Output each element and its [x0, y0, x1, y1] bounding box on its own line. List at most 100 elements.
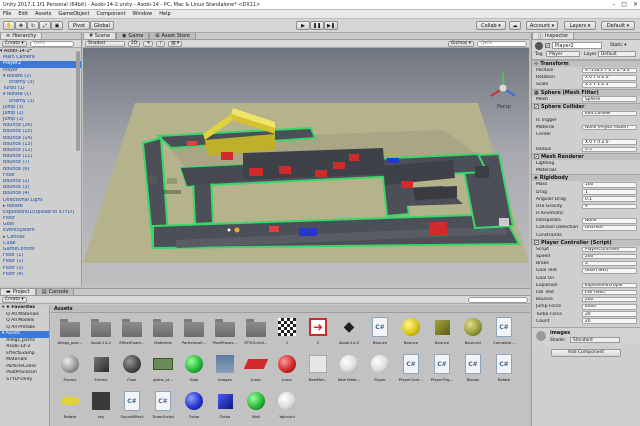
minimize-button[interactable]: –: [612, 1, 615, 8]
active-checkbox[interactable]: ✔: [545, 43, 550, 48]
collider-checkbox[interactable]: ✔: [534, 104, 539, 110]
project-tree-item[interactable]: STYLY-Unity: [0, 377, 49, 384]
asset-item[interactable]: C# Bounce: [367, 316, 393, 350]
asset-item[interactable]: Enemy: [88, 353, 114, 387]
rigidbody-field[interactable]: Discrete: [582, 225, 637, 231]
controller-field[interactable]: PlayerController: [582, 246, 637, 253]
asset-item[interactable]: images: [212, 353, 238, 387]
asset-item[interactable]: game_st...: [150, 353, 176, 387]
asset-item[interactable]: Rotate: [57, 390, 83, 424]
effects-toggle[interactable]: ▨ ▾: [168, 40, 183, 47]
tab-inspector[interactable]: ⓘ Inspector: [532, 33, 575, 40]
layers-dropdown[interactable]: Layers ▾: [564, 21, 596, 30]
menu-component[interactable]: Component: [97, 11, 126, 17]
controller-field[interactable]: 200: [582, 253, 637, 260]
close-button[interactable]: ✕: [633, 1, 638, 8]
scale-tool-button[interactable]: ⤢: [39, 21, 51, 30]
asset-item[interactable]: Particlecoll...: [181, 316, 207, 350]
asset-item[interactable]: NewMat...: [305, 353, 331, 387]
asset-item[interactable]: C# Replay: [460, 353, 486, 387]
layer-dropdown[interactable]: Default: [598, 51, 636, 57]
asset-item[interactable]: Turbo: [181, 390, 207, 424]
asset-item[interactable]: ➜ 2: [305, 316, 331, 350]
controller-field[interactable]: 5: [582, 260, 637, 267]
scene-viewport[interactable]: Persp: [83, 48, 529, 286]
rigidbody-section-header[interactable]: ◈ Rigidbody: [532, 174, 640, 182]
gizmos-dropdown[interactable]: Gizmos ▾: [447, 40, 474, 47]
tab-asset-store[interactable]: ⊞ Asset Store: [149, 33, 196, 39]
asset-item[interactable]: Player: [367, 353, 393, 387]
menu-help[interactable]: Help: [159, 11, 170, 17]
asset-item[interactable]: C# Complete...: [491, 316, 517, 350]
tab-console[interactable]: ▤ Console: [35, 289, 75, 295]
asset-item[interactable]: Asobi-14-2: [88, 316, 114, 350]
project-search-input[interactable]: [468, 296, 528, 303]
rigidbody-field[interactable]: None: [582, 218, 637, 224]
tab-hierarchy[interactable]: ≡ Hierarchy: [0, 33, 43, 39]
static-toggle[interactable]: Static ▾: [610, 43, 627, 48]
global-toggle[interactable]: Global: [90, 21, 114, 30]
step-button[interactable]: ▶❚: [324, 21, 338, 30]
rigidbody-field[interactable]: 0.1: [582, 196, 637, 202]
hierarchy-scrollbar[interactable]: [76, 51, 80, 151]
shading-dropdown[interactable]: Shaded: [85, 40, 125, 47]
tab-scene[interactable]: # Scene: [83, 33, 117, 39]
object-name-field[interactable]: Player2: [552, 42, 602, 49]
menu-window[interactable]: Window: [133, 11, 153, 17]
rotate-tool-button[interactable]: ↻: [27, 21, 39, 30]
menu-file[interactable]: File: [3, 11, 11, 17]
transform-field[interactable]: X -118.2 Y 0.5 Z -3.3: [582, 67, 637, 74]
hierarchy-search-input[interactable]: Q▾All: [29, 40, 74, 47]
rigidbody-field[interactable]: 1: [582, 189, 637, 195]
asset-item[interactable]: Bounce: [398, 316, 424, 350]
asset-item[interactable]: C# PlayerCont...: [398, 353, 424, 387]
asset-item[interactable]: Bounce: [429, 316, 455, 350]
asset-item[interactable]: Goal: [181, 353, 207, 387]
2d-toggle[interactable]: 2D: [128, 40, 141, 47]
controller-field[interactable]: 20: [582, 311, 637, 317]
hierarchy-item[interactable]: Floor (4): [0, 272, 81, 278]
rigidbody-field[interactable]: ✔: [582, 203, 637, 210]
rigidbody-field[interactable]: 100: [582, 182, 637, 188]
renderer-section-header[interactable]: ✔ Mesh Renderer: [532, 152, 640, 160]
asset-item[interactable]: New Mate...: [336, 353, 362, 387]
controller-field[interactable]: Goal (Text): [582, 268, 637, 274]
asset-item[interactable]: C# PlayerTrig...: [429, 353, 455, 387]
asset-item[interactable]: C# Rotate: [491, 353, 517, 387]
transform-field[interactable]: X 0 Y 0 Z 0: [582, 75, 637, 81]
renderer-checkbox[interactable]: ✔: [534, 154, 539, 160]
asset-item[interactable]: Bounce2: [460, 316, 486, 350]
asset-item[interactable]: Allegs_part...: [57, 316, 83, 350]
asset-item[interactable]: STYLY-Unit...: [243, 316, 269, 350]
controller-field[interactable]: Fail (Text): [582, 289, 637, 296]
asset-item[interactable]: Enemy: [57, 353, 83, 387]
project-create-button[interactable]: Create ▾: [2, 296, 27, 303]
collider-field[interactable]: X 0 Y 0 Z 0: [582, 139, 637, 145]
rect-tool-button[interactable]: ▣: [51, 21, 63, 30]
add-component-button[interactable]: Add Component: [551, 348, 621, 357]
tab-project[interactable]: ▬ Project: [0, 289, 36, 295]
asset-item[interactable]: 1: [274, 316, 300, 350]
asset-item[interactable]: Jump: [274, 353, 300, 387]
collider-field[interactable]: None (Physic Materi: [582, 124, 637, 131]
asset-item[interactable]: Floor: [119, 353, 145, 387]
menu-edit[interactable]: Edit: [18, 11, 28, 17]
mesh-filter-section-header[interactable]: ▦ Sphere (Mesh Filter): [532, 88, 640, 96]
collider-field[interactable]: 0.5: [582, 146, 637, 153]
asset-item[interactable]: ◆ Asobi-14-2: [336, 316, 362, 350]
play-button[interactable]: ▶: [296, 21, 310, 30]
tab-game[interactable]: ◉ Game: [116, 33, 150, 39]
asset-item[interactable]: sky: [88, 390, 114, 424]
menu-gameobject[interactable]: GameObject: [58, 11, 89, 17]
audio-toggle[interactable]: ♪: [156, 40, 166, 47]
asset-item[interactable]: Yajirushi: [274, 390, 300, 424]
transform-field[interactable]: X 1 Y 1 Z 1: [582, 82, 637, 88]
pause-button[interactable]: ❚❚: [310, 21, 324, 30]
asset-item[interactable]: Materials: [150, 316, 176, 350]
layout-dropdown[interactable]: Default ▾: [601, 21, 635, 30]
transform-section-header[interactable]: ⊹ Transform: [532, 60, 640, 67]
collider-field[interactable]: Edit Collider: [582, 110, 637, 117]
mesh-field[interactable]: Sphere: [582, 96, 637, 102]
asset-item[interactable]: C# SoundEffect: [119, 390, 145, 424]
tag-dropdown[interactable]: Player: [546, 51, 580, 57]
